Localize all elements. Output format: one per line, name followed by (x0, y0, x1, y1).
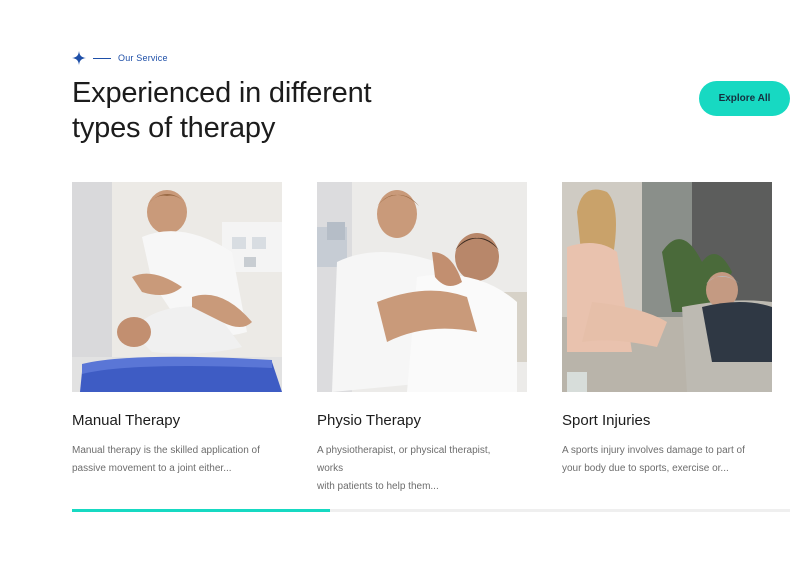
service-card-description-line-1: A physiotherapist, or physical therapist… (317, 445, 491, 474)
service-card-description-line-2: your body due to sports, exercise or... (562, 463, 729, 474)
section-title-line-1: Experienced in different (72, 77, 372, 109)
eyebrow-label: Our Service (118, 53, 168, 63)
service-card-description: A physiotherapist, or physical therapist… (317, 442, 517, 496)
service-card-title[interactable]: Manual Therapy (72, 412, 282, 432)
eyebrow-divider (93, 57, 111, 59)
service-card-image[interactable] (562, 182, 772, 392)
service-card-image[interactable] (72, 182, 282, 392)
service-card-sport-injuries[interactable]: Sport Injuries A sports injury involves … (562, 182, 772, 478)
service-card-physio-therapy[interactable]: Physio Therapy A physiotherapist, or phy… (317, 182, 527, 496)
carousel-progress-track[interactable] (72, 509, 790, 512)
service-card-description-line-2: with patients to help them... (317, 481, 439, 492)
service-card-description: Manual therapy is the skilled applicatio… (72, 442, 272, 478)
service-card-manual-therapy[interactable]: Manual Therapy Manual therapy is the ski… (72, 182, 282, 478)
service-card-image[interactable] (317, 182, 527, 392)
service-card-description-line-1: Manual therapy is the skilled applicatio… (72, 445, 260, 456)
sparkle-icon (72, 51, 86, 65)
section-eyebrow: Our Service (72, 50, 168, 66)
section-title: Experienced in different types of therap… (72, 76, 432, 146)
service-card-title[interactable]: Physio Therapy (317, 412, 527, 432)
service-card-description-line-1: A sports injury involves damage to part … (562, 445, 745, 456)
service-card-title[interactable]: Sport Injuries (562, 412, 772, 432)
carousel-progress-fill (72, 509, 331, 512)
explore-all-button[interactable]: Explore All (699, 81, 790, 116)
service-card-description-line-2: passive movement to a joint either... (72, 463, 232, 474)
service-card-description: A sports injury involves damage to part … (562, 442, 762, 478)
section-title-line-2: types of therapy (72, 112, 276, 144)
